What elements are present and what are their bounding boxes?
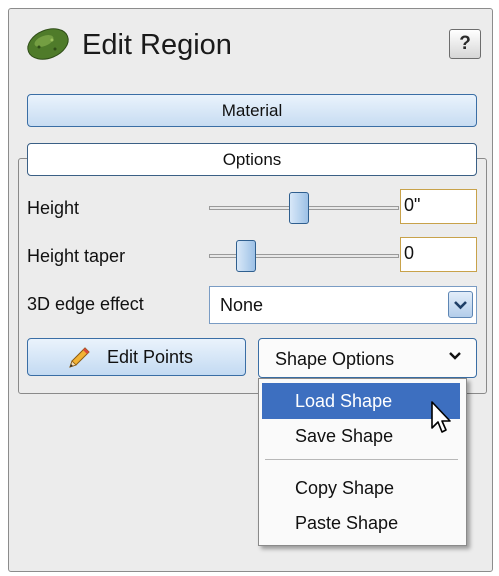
options-section-button[interactable]: Options: [27, 143, 477, 176]
menu-separator: [265, 459, 458, 460]
height-label: Height: [27, 198, 80, 218]
height-taper-field[interactable]: 0: [400, 237, 477, 272]
edge-effect-value: None: [220, 295, 264, 315]
region-leaf-icon: [27, 28, 69, 60]
edit-points-label: Edit Points: [107, 347, 194, 367]
chevron-down-icon: [454, 301, 467, 310]
pencil-icon: [69, 347, 90, 368]
material-section-button[interactable]: Material: [27, 94, 477, 127]
edge-effect-label: 3D edge effect: [27, 294, 144, 314]
height-taper-label: Height taper: [27, 246, 126, 266]
cursor-icon: [431, 401, 451, 433]
menu-item-paste-shape[interactable]: Paste Shape: [262, 505, 460, 541]
height-taper-slider-thumb[interactable]: [236, 240, 256, 272]
height-slider-thumb[interactable]: [289, 192, 309, 224]
edge-effect-dropdown-button[interactable]: [448, 291, 473, 318]
panel-title: Edit Region: [82, 29, 232, 61]
menu-item-copy-shape[interactable]: Copy Shape: [262, 470, 460, 506]
height-field[interactable]: 0": [400, 189, 477, 224]
chevron-down-icon: [449, 352, 461, 360]
shape-options-label: Shape Options: [275, 349, 395, 369]
help-button[interactable]: ?: [449, 29, 481, 59]
